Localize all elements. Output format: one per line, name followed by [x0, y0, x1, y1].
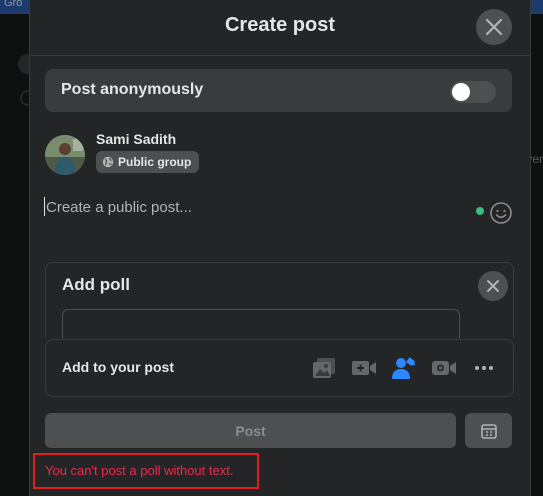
more-icon	[475, 366, 493, 370]
text-caret	[44, 197, 45, 216]
video-room-icon	[432, 361, 456, 375]
status-dot	[476, 207, 484, 215]
audience-selector[interactable]: Public group	[96, 151, 200, 173]
close-icon	[487, 280, 499, 292]
poll-title: Add poll	[62, 275, 130, 294]
schedule-button[interactable]	[465, 413, 512, 448]
error-message: You can't post a poll without text.	[45, 463, 234, 478]
header-divider	[30, 55, 530, 56]
tag-people-button[interactable]	[391, 356, 417, 380]
live-video-button[interactable]	[351, 356, 377, 380]
toggle-knob	[452, 83, 470, 101]
smiley-icon	[490, 202, 512, 224]
more-options-button[interactable]	[471, 356, 497, 380]
dialog-title: Create post	[224, 14, 336, 36]
remove-poll-button[interactable]	[478, 271, 508, 301]
tag-people-icon	[392, 357, 416, 379]
avatar	[45, 135, 85, 175]
post-anonymously-label: Post anonymously	[61, 81, 204, 98]
close-button[interactable]	[476, 9, 512, 45]
photo-video-button[interactable]	[311, 356, 337, 380]
video-room-button[interactable]	[431, 356, 457, 380]
post-button[interactable]: Post	[45, 413, 456, 448]
emoji-button[interactable]	[489, 201, 513, 225]
author-name: Sami Sadith	[96, 131, 177, 147]
calendar-icon	[480, 423, 497, 439]
poll-editor: Add poll	[45, 262, 514, 338]
globe-icon	[102, 156, 114, 168]
anonymous-toggle[interactable]	[450, 81, 496, 103]
add-to-post-label: Add to your post	[62, 359, 174, 375]
photo-video-icon	[313, 358, 335, 378]
create-post-dialog: Create post Post anonymously Sami Sadith…	[29, 0, 531, 496]
add-to-post-bar: Add to your post	[45, 339, 514, 397]
post-text-input[interactable]	[44, 197, 466, 217]
live-video-icon	[352, 361, 376, 375]
poll-option-input[interactable]	[62, 309, 460, 338]
audience-label: Public group	[118, 155, 192, 169]
close-icon	[485, 18, 503, 36]
post-anonymously-row: Post anonymously	[45, 69, 512, 112]
error-highlight: You can't post a poll without text.	[33, 453, 259, 489]
